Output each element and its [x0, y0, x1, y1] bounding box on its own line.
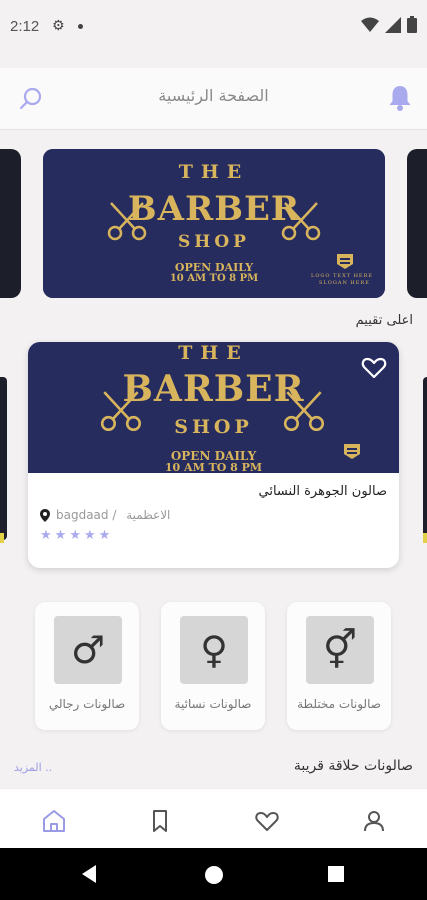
status-icons	[361, 16, 417, 33]
battery-icon	[407, 16, 417, 33]
top-rated-title: اعلى تقييم	[355, 313, 413, 328]
home-icon[interactable]	[40, 807, 68, 835]
male-icon: ♂	[54, 616, 122, 684]
right-scissors-icon	[281, 202, 321, 241]
card-peek-left[interactable]	[0, 377, 7, 540]
card-peek-right[interactable]	[423, 377, 427, 540]
nearby-title: صالونات حلاقة قريبة	[293, 758, 413, 774]
banner-shop: SHOP	[178, 232, 250, 252]
system-nav-bar	[0, 848, 427, 900]
status-bar: 2:12 ⚙	[0, 0, 427, 55]
card-banner-hours: 10 AM TO 8 PM	[164, 461, 263, 474]
bell-icon[interactable]	[387, 84, 413, 112]
left-scissors-icon	[107, 202, 147, 241]
card-peek-left-accent	[0, 533, 4, 543]
salon-image: THE BARBER SHOP OPEN DAILY 10 AM TO 8 PM	[28, 342, 399, 474]
category-men-salons[interactable]: ♂ صالونات رجالي	[35, 602, 139, 730]
card-banner-barber: BARBER	[122, 368, 305, 410]
app-bar: الصفحة الرئيسية	[0, 68, 427, 130]
transgender-icon: ⚥	[306, 616, 374, 684]
gear-icon: ⚙	[52, 18, 65, 34]
rating-stars: ★ ★ ★ ★ ★	[40, 528, 110, 543]
banner-the: THE	[178, 161, 250, 183]
more-link[interactable]: المزيد ..	[14, 761, 52, 774]
heart-icon[interactable]	[253, 807, 281, 835]
wifi-icon	[361, 17, 379, 32]
female-icon: ♀	[180, 616, 248, 684]
barber-shop-artwork: THE BARBER SHOP OPEN DAILY 10 AM TO 8 PM…	[43, 149, 385, 298]
left-scissors-icon	[100, 391, 142, 432]
page-title: الصفحة الرئيسية	[158, 86, 269, 105]
banner-logo-text: LOGO TEXT HERE	[311, 273, 373, 279]
category-women-salons[interactable]: ♀ صالونات نسائية	[161, 602, 265, 730]
banner-prev[interactable]	[0, 149, 21, 298]
home-circle-icon[interactable]	[205, 866, 223, 884]
barber-shop-artwork: THE BARBER SHOP OPEN DAILY 10 AM TO 8 PM	[28, 342, 399, 474]
star-icon: ★	[83, 528, 96, 543]
location-district: الاعظمية	[126, 508, 171, 522]
bottom-nav	[0, 788, 427, 848]
star-icon: ★	[69, 528, 81, 543]
location-city: bagdaad /	[56, 508, 121, 522]
bookmark-icon[interactable]	[146, 807, 174, 835]
favorite-heart-icon[interactable]	[361, 356, 387, 380]
signal-icon	[385, 16, 401, 33]
category-label: صالونات نسائية	[174, 697, 252, 711]
category-label: صالونات رجالي	[48, 697, 126, 711]
star-icon: ★	[54, 528, 67, 543]
banner-next[interactable]	[407, 149, 427, 298]
salon-card[interactable]: THE BARBER SHOP OPEN DAILY 10 AM TO 8 PM…	[28, 342, 399, 568]
card-banner-the: THE	[178, 342, 249, 364]
banner-logo-sub: SLOGAN HERE	[319, 280, 370, 286]
location-pin-icon	[40, 508, 50, 522]
star-icon: ★	[40, 528, 52, 543]
dot-icon	[78, 24, 83, 29]
back-icon[interactable]	[82, 865, 96, 883]
status-time: 2:12	[10, 18, 40, 35]
card-peek-right-accent	[423, 533, 427, 543]
banner-barber: BARBER	[127, 189, 301, 229]
salon-location: bagdaad / الاعظمية	[40, 508, 385, 522]
star-icon: ★	[98, 528, 111, 543]
category-mixed-salons[interactable]: ⚥ صالونات مختلطة	[287, 602, 391, 730]
banner-logo-icon	[337, 254, 353, 269]
right-scissors-icon	[283, 391, 325, 432]
category-label: صالونات مختلطة	[297, 697, 381, 711]
user-icon[interactable]	[360, 807, 388, 835]
promo-banner[interactable]: THE BARBER SHOP OPEN DAILY 10 AM TO 8 PM…	[43, 149, 385, 298]
recents-icon[interactable]	[328, 866, 344, 882]
card-banner-shop: SHOP	[174, 416, 253, 438]
card-logo-icon	[344, 444, 360, 459]
salon-name: صالون الجوهرة النسائي	[258, 484, 387, 499]
